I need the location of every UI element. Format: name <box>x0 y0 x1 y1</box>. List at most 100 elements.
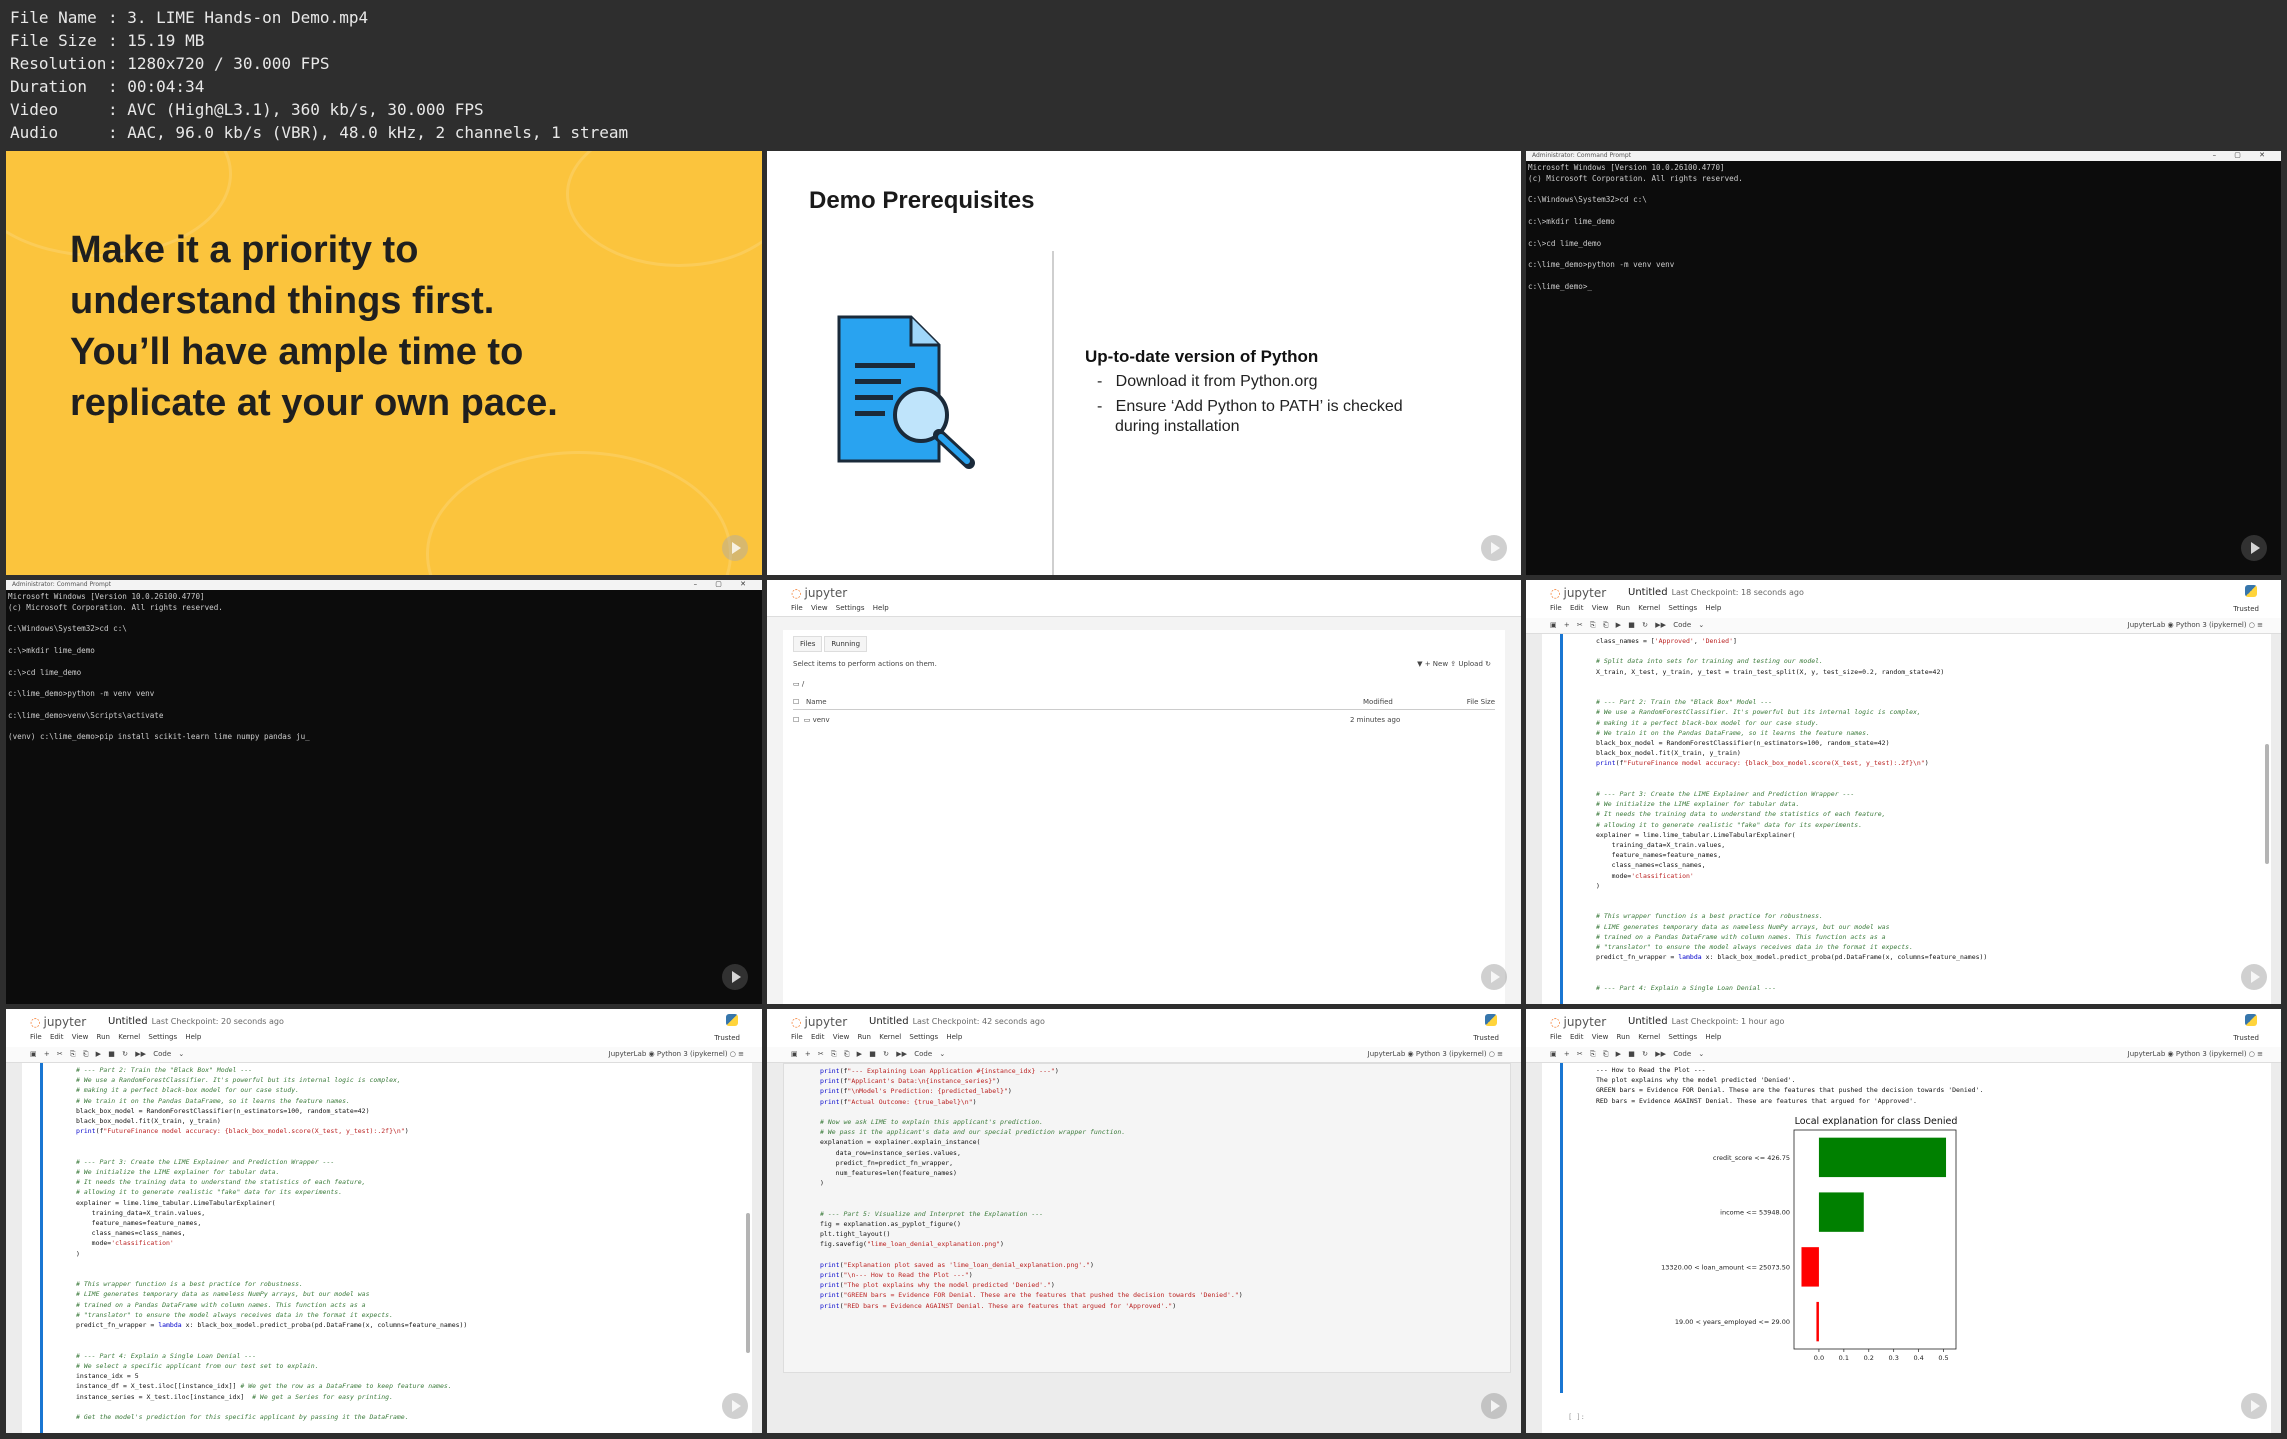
thumbnail-jupyter-filebrowser[interactable]: ◌ jupyter File View Settings Help Files Ru… <box>767 580 1521 1004</box>
file-name-value: 3. LIME Hands-on Demo.mp4 <box>127 8 369 27</box>
notebook-area[interactable]: class_names = ['Approved', 'Denied'] # S… <box>1542 634 2271 1004</box>
jupyter-header: ◌ jupyter Untitled Last Checkpoint: 18 sec… <box>1526 580 2281 619</box>
bar-1 <box>1818 1192 1864 1232</box>
thumbnail-notebook-4[interactable]: ◌ jupyter Untitled Last Checkpoint: 1 hour… <box>1526 1009 2281 1433</box>
menu-bar[interactable]: File View Settings Help <box>791 604 889 612</box>
terminal-output: Microsoft Windows [Version 10.0.26100.47… <box>8 592 310 742</box>
prerequisite-heading: Up-to-date version of Python <box>1085 347 1319 366</box>
play-icon[interactable] <box>722 535 748 561</box>
notebook-toolbar[interactable]: ▣ + ✂ ⎘ ⎗ ▶ ■ ↻ ▶▶ Code ⌄ JupyterLab ◉ Py… <box>6 1047 762 1063</box>
tab-files[interactable]: Files <box>793 636 823 652</box>
thumbnail-slide-priority[interactable]: Make it a priority to understand things … <box>6 151 762 575</box>
category-label-2: 13320.00 < loan_amount <= 25073.50 <box>1661 1263 1790 1271</box>
thumbnail-terminal-1[interactable]: Administrator: Command Prompt – ▢ ✕ Micro… <box>1526 151 2281 575</box>
file-info: File Name: 3. LIME Hands-on Demo.mp4 Fil… <box>10 8 629 142</box>
jupyter-header: ◌ jupyter Untitled Last Checkpoint: 1 hour… <box>1526 1009 2281 1048</box>
video-value: AVC (High@L3.1), 360 kb/s, 30.000 FPS <box>127 100 484 119</box>
window-controls[interactable]: – ▢ ✕ <box>694 580 754 588</box>
terminal-title: Administrator: Command Prompt <box>12 581 111 588</box>
thumbnail-notebook-1[interactable]: ◌ jupyter Untitled Last Checkpoint: 18 sec… <box>1526 580 2281 1004</box>
play-icon[interactable] <box>722 1393 748 1419</box>
notebook-toolbar[interactable]: ▣ + ✂ ⎘ ⎗ ▶ ■ ↻ ▶▶ Code ⌄ JupyterLab ◉ Py… <box>1526 618 2281 634</box>
browser-tabs[interactable]: Files Running <box>793 636 869 652</box>
window-controls[interactable]: – ▢ ✕ <box>2213 151 2273 159</box>
col-name[interactable]: Name <box>806 698 827 706</box>
file-browser-panel: Files Running Select items to perform act… <box>783 630 1505 1004</box>
play-icon[interactable] <box>1481 535 1507 561</box>
scrollbar[interactable] <box>746 1213 750 1353</box>
notebook-title: Untitled Last Checkpoint: 1 hour ago <box>1628 1016 1785 1027</box>
notebook-title: Untitled Last Checkpoint: 18 seconds ago <box>1628 587 1804 598</box>
play-icon[interactable] <box>2241 1393 2267 1419</box>
scrollbar[interactable] <box>2265 744 2269 864</box>
x-tick-label-0: 0.0 <box>1814 1354 1824 1362</box>
prerequisite-bullet: - Ensure ‘Add Python to PATH’ is checked <box>1097 398 1403 415</box>
decorative-swirl <box>566 151 762 267</box>
notebook-area[interactable]: print(f"--- Explaining Loan Application … <box>783 1063 1511 1373</box>
notebook-area[interactable]: # --- Part 2: Train the "Black Box" Mode… <box>22 1063 752 1433</box>
category-label-1: income <= 53948.00 <box>1720 1209 1790 1217</box>
duration-value: 00:04:34 <box>127 77 205 96</box>
browser-actions[interactable]: ▼ + New ⇪ Upload ↻ <box>793 660 1491 668</box>
resolution-label: Resolution <box>10 54 107 73</box>
decorative-swirl <box>426 451 732 575</box>
notebook-toolbar[interactable]: ▣ + ✂ ⎘ ⎗ ▶ ■ ↻ ▶▶ Code ⌄ JupyterLab ◉ Py… <box>767 1047 1521 1063</box>
python-icon <box>726 1014 738 1026</box>
terminal-output: Microsoft Windows [Version 10.0.26100.47… <box>1528 163 1743 291</box>
active-cell-indicator <box>1560 634 1563 1004</box>
thumbnail-terminal-2[interactable]: Administrator: Command Prompt – ▢ ✕ Micro… <box>6 580 762 1004</box>
thumbnail-notebook-3[interactable]: ◌ jupyter Untitled Last Checkpoint: 42 sec… <box>767 1009 1521 1433</box>
video-label: Video <box>10 100 59 119</box>
menu-bar[interactable]: File Edit View Run Kernel Settings Help <box>30 1033 201 1041</box>
audio-label: Audio <box>10 123 59 142</box>
x-tick-label-3: 0.3 <box>1889 1354 1899 1362</box>
jupyter-logo: ◌ jupyter <box>791 586 848 600</box>
x-tick-labels: 0.0 0.1 0.2 0.3 0.4 0.5 <box>1814 1349 1949 1362</box>
trusted-status: Trusted <box>2233 1034 2259 1042</box>
menu-bar[interactable]: File Edit View Run Kernel Settings Help <box>1550 1033 1721 1041</box>
prerequisite-bullet: - Download it from Python.org <box>1097 373 1318 390</box>
tab-running[interactable]: Running <box>824 636 868 652</box>
notebook-title: Untitled Last Checkpoint: 42 seconds ago <box>869 1016 1045 1027</box>
jupyter-logo: ◌ jupyter <box>1550 1015 1607 1029</box>
thumbnail-slide-prerequisites[interactable]: Demo Prerequisites Up-to-date version of… <box>767 151 1521 575</box>
thumbnail-notebook-2[interactable]: ◌ jupyter Untitled Last Checkpoint: 20 sec… <box>6 1009 762 1433</box>
trusted-status: Trusted <box>714 1034 740 1042</box>
code-cell[interactable]: # --- Part 2: Train the "Black Box" Mode… <box>76 1065 467 1422</box>
file-size-label: File Size <box>10 31 97 50</box>
play-icon[interactable] <box>2241 964 2267 990</box>
lime-explanation-chart: Local explanation for class Denied credi… <box>1661 1116 1958 1362</box>
bar-3 <box>1816 1301 1819 1342</box>
col-size[interactable]: File Size <box>1467 698 1495 706</box>
play-icon[interactable] <box>722 964 748 990</box>
chart-title: Local explanation for class Denied <box>1795 1116 1958 1127</box>
slide-divider <box>1052 251 1054 575</box>
jupyter-logo: ◌ jupyter <box>1550 586 1607 600</box>
bullet-text: Ensure ‘Add Python to PATH’ is checked <box>1115 398 1403 415</box>
terminal-titlebar: Administrator: Command Prompt – ▢ ✕ <box>1526 151 2281 161</box>
code-cell[interactable]: print(f"--- Explaining Loan Application … <box>820 1066 1243 1311</box>
play-icon[interactable] <box>1481 964 1507 990</box>
python-icon <box>2245 585 2257 597</box>
audio-value: AAC, 96.0 kb/s (VBR), 48.0 kHz, 2 channe… <box>127 123 629 142</box>
slide-message: Make it a priority to understand things … <box>70 229 558 424</box>
notebook-area[interactable]: --- How to Read the Plot --- The plot ex… <box>1542 1063 2271 1433</box>
bars-group <box>1801 1137 1947 1342</box>
file-row-venv[interactable]: ☐ ▭ venv 2 minutes ago <box>793 716 1495 724</box>
file-modified: 2 minutes ago <box>1350 716 1401 724</box>
menu-bar[interactable]: File Edit View Run Kernel Settings Help <box>1550 604 1721 612</box>
bullet-text: Download it from Python.org <box>1115 373 1318 390</box>
play-icon[interactable] <box>2241 535 2267 561</box>
menu-bar[interactable]: File Edit View Run Kernel Settings Help <box>791 1033 962 1041</box>
play-icon[interactable] <box>1481 1393 1507 1419</box>
jupyter-logo: ◌ jupyter <box>791 1015 848 1029</box>
col-modified[interactable]: Modified <box>1363 698 1393 706</box>
code-cell[interactable]: class_names = ['Approved', 'Denied'] # S… <box>1596 636 1987 993</box>
python-icon <box>1485 1014 1497 1026</box>
jupyter-header: ◌ jupyter Untitled Last Checkpoint: 42 sec… <box>767 1009 1521 1048</box>
jupyter-logo: ◌ jupyter <box>30 1015 87 1029</box>
x-tick-label-2: 0.2 <box>1864 1354 1874 1362</box>
notebook-toolbar[interactable]: ▣ + ✂ ⎘ ⎗ ▶ ■ ↻ ▶▶ Code ⌄ JupyterLab ◉ Py… <box>1526 1047 2281 1063</box>
terminal-titlebar: Administrator: Command Prompt – ▢ ✕ <box>6 580 762 590</box>
category-label-3: 19.00 < years_employed <= 29.00 <box>1675 1318 1790 1326</box>
